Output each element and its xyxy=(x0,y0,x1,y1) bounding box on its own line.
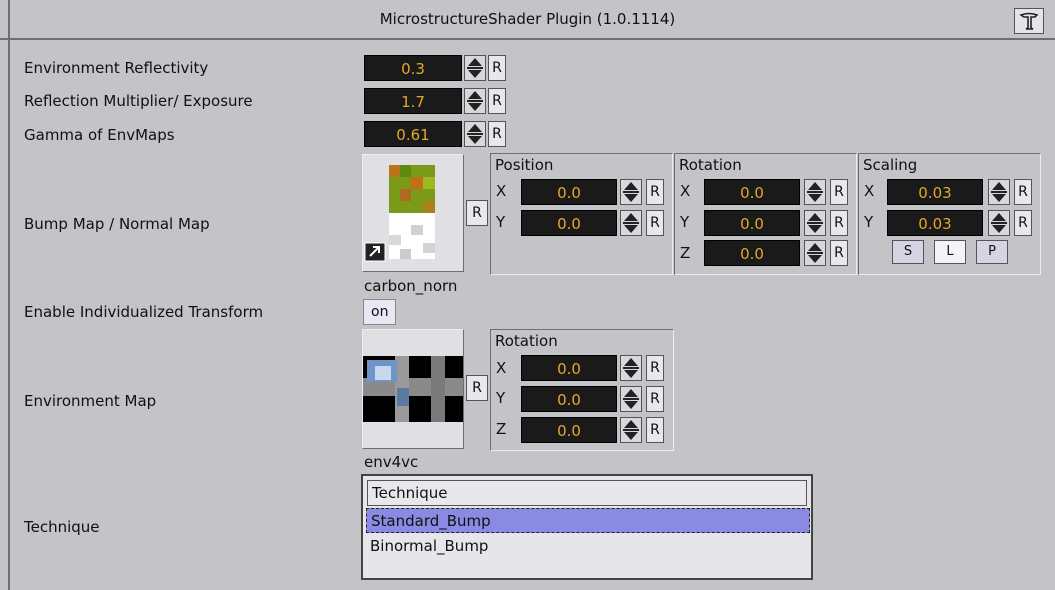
panel-left-border xyxy=(8,0,10,590)
plugin-menu-button[interactable] xyxy=(1014,8,1044,34)
gamma-spinner[interactable] xyxy=(464,121,486,147)
gamma-label: Gamma of EnvMaps xyxy=(24,126,175,144)
bump-scaling-y-reset-button[interactable]: R xyxy=(1014,210,1032,236)
plugin-menu-icon xyxy=(1019,12,1039,30)
env-map-texture-name: env4vc xyxy=(364,453,419,471)
technique-label: Technique xyxy=(24,518,100,536)
env-rotation-y-reset-button[interactable]: R xyxy=(646,386,664,412)
bump-scaling-y-label: Y xyxy=(864,213,874,231)
bump-position-y-reset-button[interactable]: R xyxy=(646,210,664,236)
enable-transform-label: Enable Individualized Transform xyxy=(24,303,264,321)
env-rotation-x-spinner[interactable] xyxy=(620,355,642,381)
bump-position-y-label: Y xyxy=(496,213,506,231)
bump-rotation-y-label: Y xyxy=(680,213,690,231)
bump-rotation-x-reset-button[interactable]: R xyxy=(830,179,848,205)
reflection-multiplier-label: Reflection Multiplier/ Exposure xyxy=(24,92,253,110)
technique-list[interactable]: Technique Standard_Bump Binormal_Bump xyxy=(361,474,813,580)
title-bar: MicrostructureShader Plugin (1.0.1114) xyxy=(0,0,1055,40)
bump-position-x-reset-button[interactable]: R xyxy=(646,179,664,205)
env-rotation-z-spinner[interactable] xyxy=(620,417,642,443)
env-map-label: Environment Map xyxy=(24,392,157,410)
bump-scaling-y-field[interactable]: 0.03 xyxy=(887,210,983,236)
bump-map-reset-button[interactable]: R xyxy=(466,200,488,226)
scale-mode-s-button[interactable]: S xyxy=(892,240,924,264)
bump-rotation-title: Rotation xyxy=(679,156,742,174)
technique-list-header: Technique xyxy=(367,480,807,506)
bump-rotation-z-label: Z xyxy=(680,244,691,262)
env-rotation-z-reset-button[interactable]: R xyxy=(646,417,664,443)
technique-item-standard-bump[interactable]: Standard_Bump xyxy=(366,508,810,533)
env-rotation-title: Rotation xyxy=(495,332,558,350)
reflection-multiplier-reset-button[interactable]: R xyxy=(488,88,506,114)
window-title: MicrostructureShader Plugin (1.0.1114) xyxy=(379,10,676,28)
bump-scaling-x-field[interactable]: 0.03 xyxy=(887,179,983,205)
bump-scaling-y-spinner[interactable] xyxy=(988,210,1010,236)
bump-position-x-spinner[interactable] xyxy=(620,179,642,205)
bump-rotation-z-reset-button[interactable]: R xyxy=(830,240,848,266)
env-rotation-x-label: X xyxy=(496,359,507,377)
bump-scaling-x-reset-button[interactable]: R xyxy=(1014,179,1032,205)
bump-position-title: Position xyxy=(495,156,554,174)
env-rotation-z-field[interactable]: 0.0 xyxy=(521,417,617,443)
env-map-thumbnail[interactable] xyxy=(362,329,464,449)
env-rotation-x-field[interactable]: 0.0 xyxy=(521,355,617,381)
bump-map-thumbnail[interactable] xyxy=(362,154,464,272)
bump-scaling-x-label: X xyxy=(864,182,875,200)
enable-transform-toggle[interactable]: on xyxy=(363,299,397,325)
bump-position-y-field[interactable]: 0.0 xyxy=(521,210,617,236)
bump-map-preview-image xyxy=(363,155,463,271)
bump-position-x-field[interactable]: 0.0 xyxy=(521,179,617,205)
bump-position-x-label: X xyxy=(496,182,507,200)
env-rotation-x-reset-button[interactable]: R xyxy=(646,355,664,381)
gamma-reset-button[interactable]: R xyxy=(488,121,506,147)
bump-rotation-y-spinner[interactable] xyxy=(804,210,826,236)
bump-scaling-title: Scaling xyxy=(863,156,918,174)
bump-rotation-y-reset-button[interactable]: R xyxy=(830,210,848,236)
env-rotation-y-field[interactable]: 0.0 xyxy=(521,386,617,412)
bump-map-texture-name: carbon_norn xyxy=(364,277,458,295)
bump-position-y-spinner[interactable] xyxy=(620,210,642,236)
env-reflectivity-field[interactable]: 0.3 xyxy=(364,55,462,81)
bump-map-label: Bump Map / Normal Map xyxy=(24,215,210,233)
env-map-preview-image xyxy=(363,330,463,448)
bump-rotation-z-spinner[interactable] xyxy=(804,240,826,266)
reflection-multiplier-spinner[interactable] xyxy=(464,88,486,114)
env-rotation-z-label: Z xyxy=(496,420,507,438)
reflection-multiplier-field[interactable]: 1.7 xyxy=(364,88,462,114)
env-reflectivity-label: Environment Reflectivity xyxy=(24,59,209,77)
scale-mode-p-button[interactable]: P xyxy=(976,240,1008,264)
gamma-field[interactable]: 0.61 xyxy=(364,121,462,147)
bump-rotation-y-field[interactable]: 0.0 xyxy=(704,210,800,236)
bump-scaling-x-spinner[interactable] xyxy=(988,179,1010,205)
scale-mode-l-button[interactable]: L xyxy=(934,240,966,264)
env-reflectivity-reset-button[interactable]: R xyxy=(488,55,506,81)
env-rotation-y-label: Y xyxy=(496,389,506,407)
bump-rotation-z-field[interactable]: 0.0 xyxy=(704,240,800,266)
env-map-reset-button[interactable]: R xyxy=(466,375,488,401)
technique-item-binormal-bump[interactable]: Binormal_Bump xyxy=(366,534,810,559)
env-reflectivity-spinner[interactable] xyxy=(464,55,486,81)
env-rotation-y-spinner[interactable] xyxy=(620,386,642,412)
bump-rotation-x-label: X xyxy=(680,182,691,200)
bump-rotation-x-field[interactable]: 0.0 xyxy=(704,179,800,205)
bump-rotation-x-spinner[interactable] xyxy=(804,179,826,205)
